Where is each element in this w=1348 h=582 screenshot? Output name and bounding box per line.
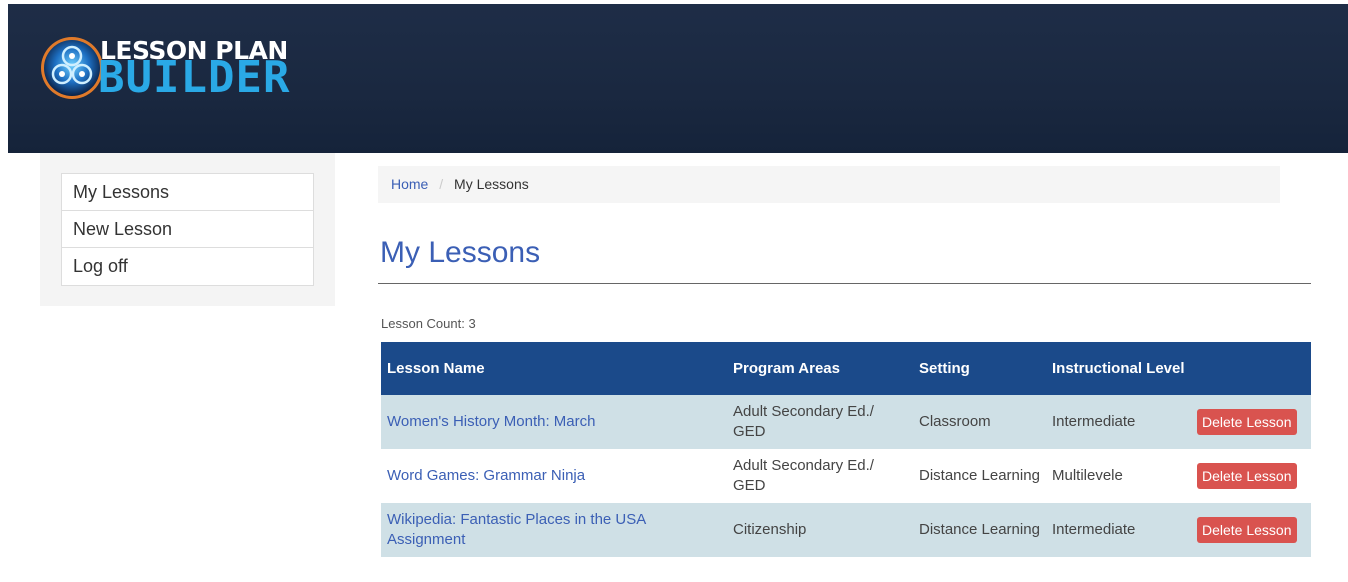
- breadcrumb-current: My Lessons: [454, 176, 529, 192]
- column-header-lesson-name: Lesson Name: [381, 342, 727, 395]
- table-row: Wikipedia: Fantastic Places in the USA A…: [381, 503, 1311, 557]
- table-row: Women's History Month: March Adult Secon…: [381, 395, 1311, 449]
- logo-text-bottom: BUILDER: [98, 52, 291, 103]
- instructional-level-cell: Multilevele: [1046, 449, 1191, 503]
- delete-lesson-button[interactable]: Delete Lesson: [1197, 517, 1297, 543]
- table-row: Word Games: Grammar Ninja Adult Secondar…: [381, 449, 1311, 503]
- delete-lesson-button[interactable]: Delete Lesson: [1197, 463, 1297, 489]
- lesson-name-link[interactable]: Women's History Month: March: [387, 413, 595, 430]
- setting-cell: Distance Learning: [913, 449, 1046, 503]
- column-header-actions: [1191, 342, 1311, 395]
- setting-cell: Classroom: [913, 395, 1046, 449]
- instructional-level-cell: Intermediate: [1046, 395, 1191, 449]
- sidebar: My Lessons New Lesson Log off: [40, 153, 335, 306]
- lesson-count: Lesson Count: 3: [381, 316, 476, 331]
- breadcrumb-home-link[interactable]: Home: [391, 176, 428, 192]
- sidebar-item-log-off[interactable]: Log off: [62, 248, 313, 285]
- lesson-name-link[interactable]: Word Games: Grammar Ninja: [387, 467, 585, 484]
- sidebar-nav: My Lessons New Lesson Log off: [61, 173, 314, 286]
- actions-cell: Delete Lesson: [1191, 503, 1311, 557]
- lessons-table: Lesson Name Program Areas Setting Instru…: [381, 342, 1311, 557]
- breadcrumb: Home / My Lessons: [378, 166, 1280, 203]
- program-areas-cell: Adult Secondary Ed./ GED: [727, 449, 913, 503]
- column-header-instructional-level: Instructional Level: [1046, 342, 1191, 395]
- page-title: My Lessons: [380, 236, 541, 269]
- site-header: LESSON PLAN BUILDER: [8, 4, 1348, 153]
- setting-cell: Distance Learning: [913, 503, 1046, 557]
- delete-lesson-button[interactable]: Delete Lesson: [1197, 409, 1297, 435]
- lesson-name-cell: Women's History Month: March: [381, 395, 727, 449]
- program-areas-cell: Adult Secondary Ed./ GED: [727, 395, 913, 449]
- column-header-program-areas: Program Areas: [727, 342, 913, 395]
- title-divider: [378, 283, 1311, 284]
- breadcrumb-separator: /: [439, 176, 444, 192]
- lesson-name-cell: Wikipedia: Fantastic Places in the USA A…: [381, 503, 727, 557]
- actions-cell: Delete Lesson: [1191, 395, 1311, 449]
- actions-cell: Delete Lesson: [1191, 449, 1311, 503]
- column-header-setting: Setting: [913, 342, 1046, 395]
- site-logo[interactable]: LESSON PLAN BUILDER: [38, 34, 289, 104]
- sidebar-item-new-lesson[interactable]: New Lesson: [62, 211, 313, 248]
- sidebar-item-my-lessons[interactable]: My Lessons: [62, 174, 313, 211]
- instructional-level-cell: Intermediate: [1046, 503, 1191, 557]
- gear-orb-logo-icon: [41, 37, 103, 99]
- table-header-row: Lesson Name Program Areas Setting Instru…: [381, 342, 1311, 395]
- lesson-name-cell: Word Games: Grammar Ninja: [381, 449, 727, 503]
- lesson-name-link[interactable]: Wikipedia: Fantastic Places in the USA A…: [387, 511, 645, 548]
- program-areas-cell: Citizenship: [727, 503, 913, 557]
